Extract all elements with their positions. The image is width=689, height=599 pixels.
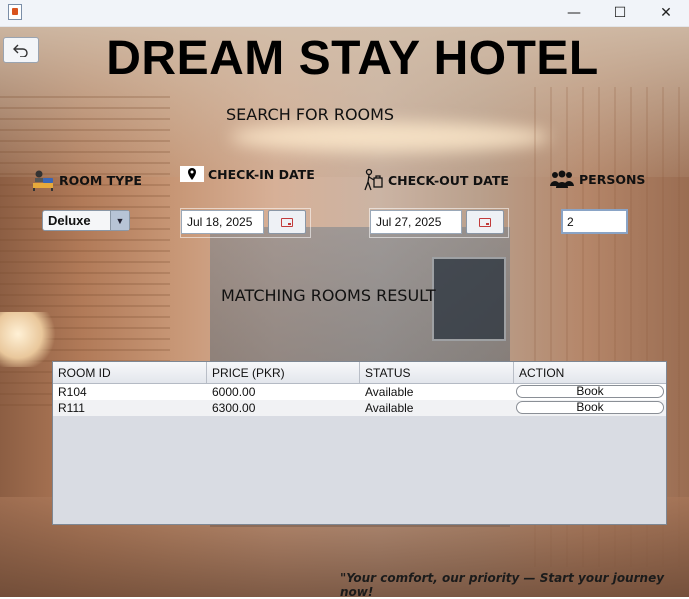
java-app-icon	[8, 4, 22, 20]
column-header-room-id[interactable]: ROOM ID	[53, 362, 207, 383]
checkin-date-field[interactable]: Jul 18, 2025	[181, 210, 264, 234]
room-type-select[interactable]: Deluxe ▼	[42, 210, 130, 231]
book-button[interactable]: Book	[516, 385, 664, 398]
cell-price: 6000.00	[212, 385, 256, 399]
table-row[interactable]: R104 6000.00 Available Book	[53, 384, 666, 400]
cell-room-id: R104	[58, 385, 87, 399]
persons-field[interactable]: 2	[561, 209, 628, 234]
bed-icon	[33, 170, 53, 191]
calendar-icon	[281, 217, 293, 227]
column-header-status[interactable]: STATUS	[360, 362, 514, 383]
close-button[interactable]: ✕	[643, 0, 689, 26]
footer-tagline: "Your comfort, our priority — Start your…	[340, 571, 665, 599]
luggage-person-icon	[364, 168, 383, 191]
room-type-label-text: ROOM TYPE	[59, 172, 142, 188]
cell-price: 6300.00	[212, 401, 256, 415]
checkout-label-text: CHECK-OUT DATE	[388, 172, 509, 188]
hotel-title: DREAM STAY HOTEL	[106, 32, 599, 85]
checkin-label-text: CHECK-IN DATE	[208, 166, 315, 182]
checkout-calendar-button[interactable]	[466, 210, 504, 234]
results-table: ROOM ID PRICE (PKR) STATUS ACTION R104 6…	[52, 361, 667, 525]
maximize-button[interactable]: ☐	[597, 0, 643, 26]
checkout-label: CHECK-OUT DATE	[360, 168, 509, 192]
location-pin-icon	[180, 166, 204, 182]
calendar-icon	[479, 217, 491, 227]
table-header: ROOM ID PRICE (PKR) STATUS ACTION	[53, 362, 666, 384]
results-section-title: MATCHING ROOMS RESULT	[221, 286, 436, 305]
minimize-button[interactable]: —	[551, 0, 597, 26]
persons-label-text: PERSONS	[579, 171, 646, 187]
people-group-icon	[550, 170, 574, 188]
cell-room-id: R111	[58, 401, 85, 415]
checkin-label: CHECK-IN DATE	[180, 166, 315, 182]
room-type-label: ROOM TYPE	[31, 169, 142, 191]
window-titlebar: — ☐ ✕	[0, 0, 689, 27]
column-header-action[interactable]: ACTION	[514, 362, 666, 383]
table-row[interactable]: R111 6300.00 Available Book	[53, 400, 666, 416]
persons-label: PERSONS	[549, 169, 645, 189]
chevron-down-icon[interactable]: ▼	[110, 211, 129, 230]
checkin-calendar-button[interactable]	[268, 210, 306, 234]
search-section-title: SEARCH FOR ROOMS	[226, 105, 395, 124]
cell-status: Available	[365, 385, 414, 399]
room-type-value: Deluxe	[48, 213, 91, 228]
checkout-date-field[interactable]: Jul 27, 2025	[370, 210, 462, 234]
column-header-price[interactable]: PRICE (PKR)	[207, 362, 360, 383]
cell-status: Available	[365, 401, 414, 415]
book-button[interactable]: Book	[516, 401, 664, 414]
